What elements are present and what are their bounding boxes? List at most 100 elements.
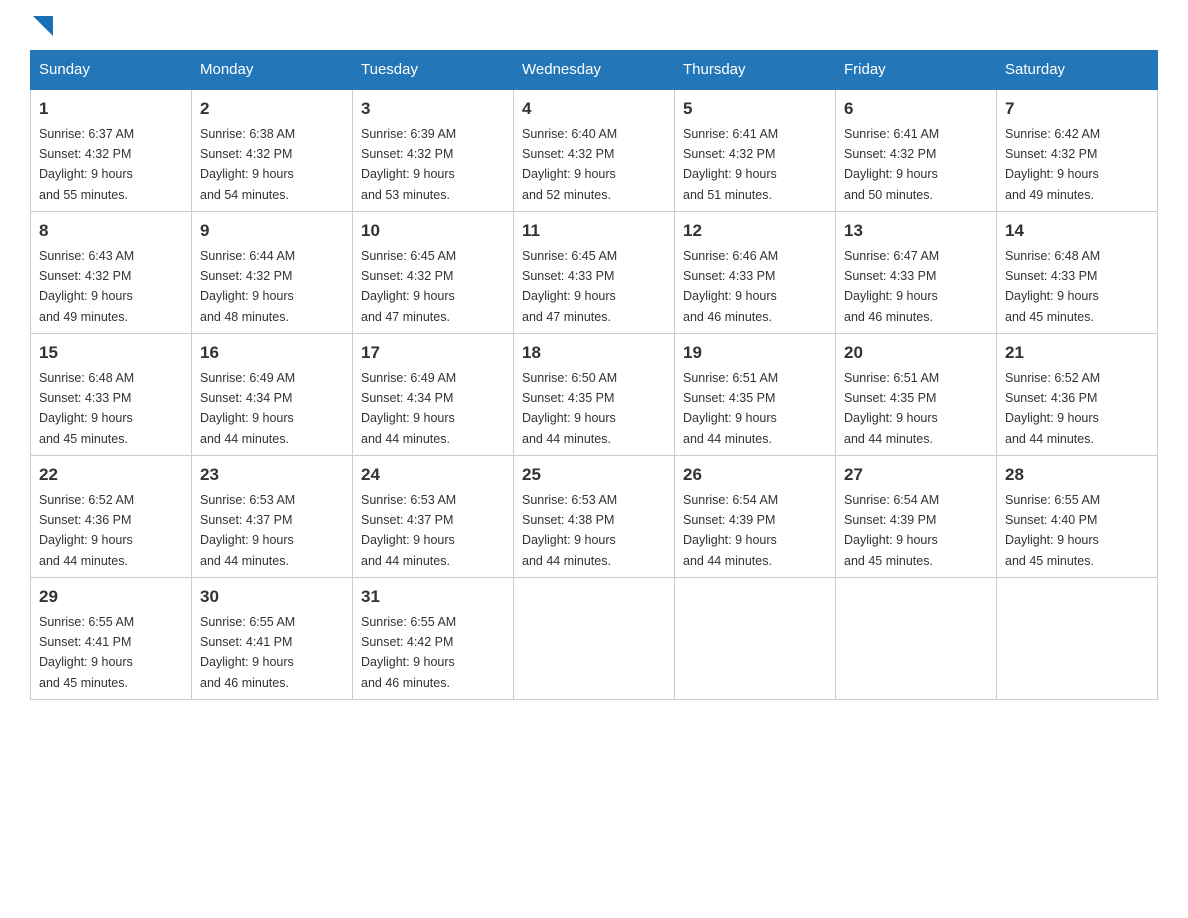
calendar-week-row: 15 Sunrise: 6:48 AMSunset: 4:33 PMDayligh… bbox=[31, 334, 1158, 456]
day-number: 18 bbox=[522, 340, 666, 366]
calendar-table: SundayMondayTuesdayWednesdayThursdayFrid… bbox=[30, 50, 1158, 700]
day-number: 24 bbox=[361, 462, 505, 488]
logo-arrow-icon bbox=[33, 16, 53, 36]
calendar-cell: 9 Sunrise: 6:44 AMSunset: 4:32 PMDaylight… bbox=[192, 212, 353, 334]
calendar-cell: 27 Sunrise: 6:54 AMSunset: 4:39 PMDayligh… bbox=[836, 456, 997, 578]
day-info: Sunrise: 6:49 AMSunset: 4:34 PMDaylight:… bbox=[200, 371, 295, 446]
calendar-cell bbox=[675, 578, 836, 700]
day-number: 13 bbox=[844, 218, 988, 244]
day-number: 8 bbox=[39, 218, 183, 244]
calendar-cell: 16 Sunrise: 6:49 AMSunset: 4:34 PMDayligh… bbox=[192, 334, 353, 456]
day-number: 10 bbox=[361, 218, 505, 244]
day-info: Sunrise: 6:48 AMSunset: 4:33 PMDaylight:… bbox=[1005, 249, 1100, 324]
day-number: 14 bbox=[1005, 218, 1149, 244]
day-info: Sunrise: 6:52 AMSunset: 4:36 PMDaylight:… bbox=[1005, 371, 1100, 446]
column-header-saturday: Saturday bbox=[997, 51, 1158, 90]
day-info: Sunrise: 6:44 AMSunset: 4:32 PMDaylight:… bbox=[200, 249, 295, 324]
day-info: Sunrise: 6:52 AMSunset: 4:36 PMDaylight:… bbox=[39, 493, 134, 568]
day-info: Sunrise: 6:49 AMSunset: 4:34 PMDaylight:… bbox=[361, 371, 456, 446]
calendar-cell: 12Sunrise: 6:46 AMSunset: 4:33 PMDayligh… bbox=[675, 212, 836, 334]
calendar-cell: 24 Sunrise: 6:53 AMSunset: 4:37 PMDayligh… bbox=[353, 456, 514, 578]
day-info: Sunrise: 6:39 AMSunset: 4:32 PMDaylight:… bbox=[361, 127, 456, 202]
day-number: 11 bbox=[522, 218, 666, 244]
day-info: Sunrise: 6:45 AMSunset: 4:33 PMDaylight:… bbox=[522, 249, 617, 324]
calendar-cell: 10 Sunrise: 6:45 AMSunset: 4:32 PMDayligh… bbox=[353, 212, 514, 334]
day-number: 27 bbox=[844, 462, 988, 488]
day-number: 16 bbox=[200, 340, 344, 366]
calendar-cell: 14 Sunrise: 6:48 AMSunset: 4:33 PMDayligh… bbox=[997, 212, 1158, 334]
day-info: Sunrise: 6:53 AMSunset: 4:38 PMDaylight:… bbox=[522, 493, 617, 568]
calendar-cell: 11 Sunrise: 6:45 AMSunset: 4:33 PMDayligh… bbox=[514, 212, 675, 334]
calendar-cell: 26 Sunrise: 6:54 AMSunset: 4:39 PMDayligh… bbox=[675, 456, 836, 578]
calendar-cell: 5Sunrise: 6:41 AMSunset: 4:32 PMDaylight… bbox=[675, 89, 836, 212]
page-header bbox=[30, 20, 1158, 30]
day-info: Sunrise: 6:53 AMSunset: 4:37 PMDaylight:… bbox=[361, 493, 456, 568]
calendar-cell bbox=[997, 578, 1158, 700]
day-number: 7 bbox=[1005, 96, 1149, 122]
day-info: Sunrise: 6:47 AMSunset: 4:33 PMDaylight:… bbox=[844, 249, 939, 324]
day-info: Sunrise: 6:55 AMSunset: 4:42 PMDaylight:… bbox=[361, 615, 456, 690]
calendar-cell: 6 Sunrise: 6:41 AMSunset: 4:32 PMDaylight… bbox=[836, 89, 997, 212]
logo bbox=[30, 20, 53, 30]
day-number: 1 bbox=[39, 96, 183, 122]
calendar-cell: 13 Sunrise: 6:47 AMSunset: 4:33 PMDayligh… bbox=[836, 212, 997, 334]
day-number: 4 bbox=[522, 96, 666, 122]
day-info: Sunrise: 6:41 AMSunset: 4:32 PMDaylight:… bbox=[683, 127, 778, 202]
calendar-cell bbox=[836, 578, 997, 700]
calendar-week-row: 22Sunrise: 6:52 AMSunset: 4:36 PMDayligh… bbox=[31, 456, 1158, 578]
column-header-tuesday: Tuesday bbox=[353, 51, 514, 90]
day-info: Sunrise: 6:54 AMSunset: 4:39 PMDaylight:… bbox=[683, 493, 778, 568]
calendar-cell: 28Sunrise: 6:55 AMSunset: 4:40 PMDayligh… bbox=[997, 456, 1158, 578]
day-number: 6 bbox=[844, 96, 988, 122]
day-info: Sunrise: 6:38 AMSunset: 4:32 PMDaylight:… bbox=[200, 127, 295, 202]
calendar-cell: 21 Sunrise: 6:52 AMSunset: 4:36 PMDayligh… bbox=[997, 334, 1158, 456]
calendar-cell: 15 Sunrise: 6:48 AMSunset: 4:33 PMDayligh… bbox=[31, 334, 192, 456]
day-number: 19 bbox=[683, 340, 827, 366]
calendar-cell: 17 Sunrise: 6:49 AMSunset: 4:34 PMDayligh… bbox=[353, 334, 514, 456]
calendar-cell: 29 Sunrise: 6:55 AMSunset: 4:41 PMDayligh… bbox=[31, 578, 192, 700]
day-info: Sunrise: 6:50 AMSunset: 4:35 PMDaylight:… bbox=[522, 371, 617, 446]
day-number: 3 bbox=[361, 96, 505, 122]
day-info: Sunrise: 6:45 AMSunset: 4:32 PMDaylight:… bbox=[361, 249, 456, 324]
day-info: Sunrise: 6:55 AMSunset: 4:41 PMDaylight:… bbox=[39, 615, 134, 690]
calendar-cell: 4Sunrise: 6:40 AMSunset: 4:32 PMDaylight… bbox=[514, 89, 675, 212]
column-header-friday: Friday bbox=[836, 51, 997, 90]
day-number: 21 bbox=[1005, 340, 1149, 366]
day-number: 9 bbox=[200, 218, 344, 244]
calendar-cell: 2Sunrise: 6:38 AMSunset: 4:32 PMDaylight… bbox=[192, 89, 353, 212]
day-number: 29 bbox=[39, 584, 183, 610]
day-info: Sunrise: 6:43 AMSunset: 4:32 PMDaylight:… bbox=[39, 249, 134, 324]
calendar-cell: 8 Sunrise: 6:43 AMSunset: 4:32 PMDaylight… bbox=[31, 212, 192, 334]
day-info: Sunrise: 6:54 AMSunset: 4:39 PMDaylight:… bbox=[844, 493, 939, 568]
calendar-cell: 23Sunrise: 6:53 AMSunset: 4:37 PMDayligh… bbox=[192, 456, 353, 578]
day-number: 12 bbox=[683, 218, 827, 244]
calendar-cell: 22Sunrise: 6:52 AMSunset: 4:36 PMDayligh… bbox=[31, 456, 192, 578]
day-info: Sunrise: 6:51 AMSunset: 4:35 PMDaylight:… bbox=[844, 371, 939, 446]
calendar-week-row: 29 Sunrise: 6:55 AMSunset: 4:41 PMDayligh… bbox=[31, 578, 1158, 700]
day-info: Sunrise: 6:37 AMSunset: 4:32 PMDaylight:… bbox=[39, 127, 134, 202]
column-header-sunday: Sunday bbox=[31, 51, 192, 90]
day-info: Sunrise: 6:53 AMSunset: 4:37 PMDaylight:… bbox=[200, 493, 295, 568]
day-number: 20 bbox=[844, 340, 988, 366]
calendar-cell: 18 Sunrise: 6:50 AMSunset: 4:35 PMDayligh… bbox=[514, 334, 675, 456]
day-info: Sunrise: 6:51 AMSunset: 4:35 PMDaylight:… bbox=[683, 371, 778, 446]
calendar-cell: 30 Sunrise: 6:55 AMSunset: 4:41 PMDayligh… bbox=[192, 578, 353, 700]
day-number: 15 bbox=[39, 340, 183, 366]
day-info: Sunrise: 6:48 AMSunset: 4:33 PMDaylight:… bbox=[39, 371, 134, 446]
day-number: 17 bbox=[361, 340, 505, 366]
day-info: Sunrise: 6:55 AMSunset: 4:41 PMDaylight:… bbox=[200, 615, 295, 690]
day-number: 30 bbox=[200, 584, 344, 610]
calendar-header-row: SundayMondayTuesdayWednesdayThursdayFrid… bbox=[31, 51, 1158, 90]
calendar-cell: 7Sunrise: 6:42 AMSunset: 4:32 PMDaylight… bbox=[997, 89, 1158, 212]
column-header-monday: Monday bbox=[192, 51, 353, 90]
day-number: 25 bbox=[522, 462, 666, 488]
day-number: 31 bbox=[361, 584, 505, 610]
column-header-wednesday: Wednesday bbox=[514, 51, 675, 90]
calendar-cell: 19 Sunrise: 6:51 AMSunset: 4:35 PMDayligh… bbox=[675, 334, 836, 456]
day-number: 26 bbox=[683, 462, 827, 488]
day-info: Sunrise: 6:41 AMSunset: 4:32 PMDaylight:… bbox=[844, 127, 939, 202]
calendar-week-row: 8 Sunrise: 6:43 AMSunset: 4:32 PMDaylight… bbox=[31, 212, 1158, 334]
day-number: 28 bbox=[1005, 462, 1149, 488]
calendar-cell: 20 Sunrise: 6:51 AMSunset: 4:35 PMDayligh… bbox=[836, 334, 997, 456]
calendar-cell: 25 Sunrise: 6:53 AMSunset: 4:38 PMDayligh… bbox=[514, 456, 675, 578]
